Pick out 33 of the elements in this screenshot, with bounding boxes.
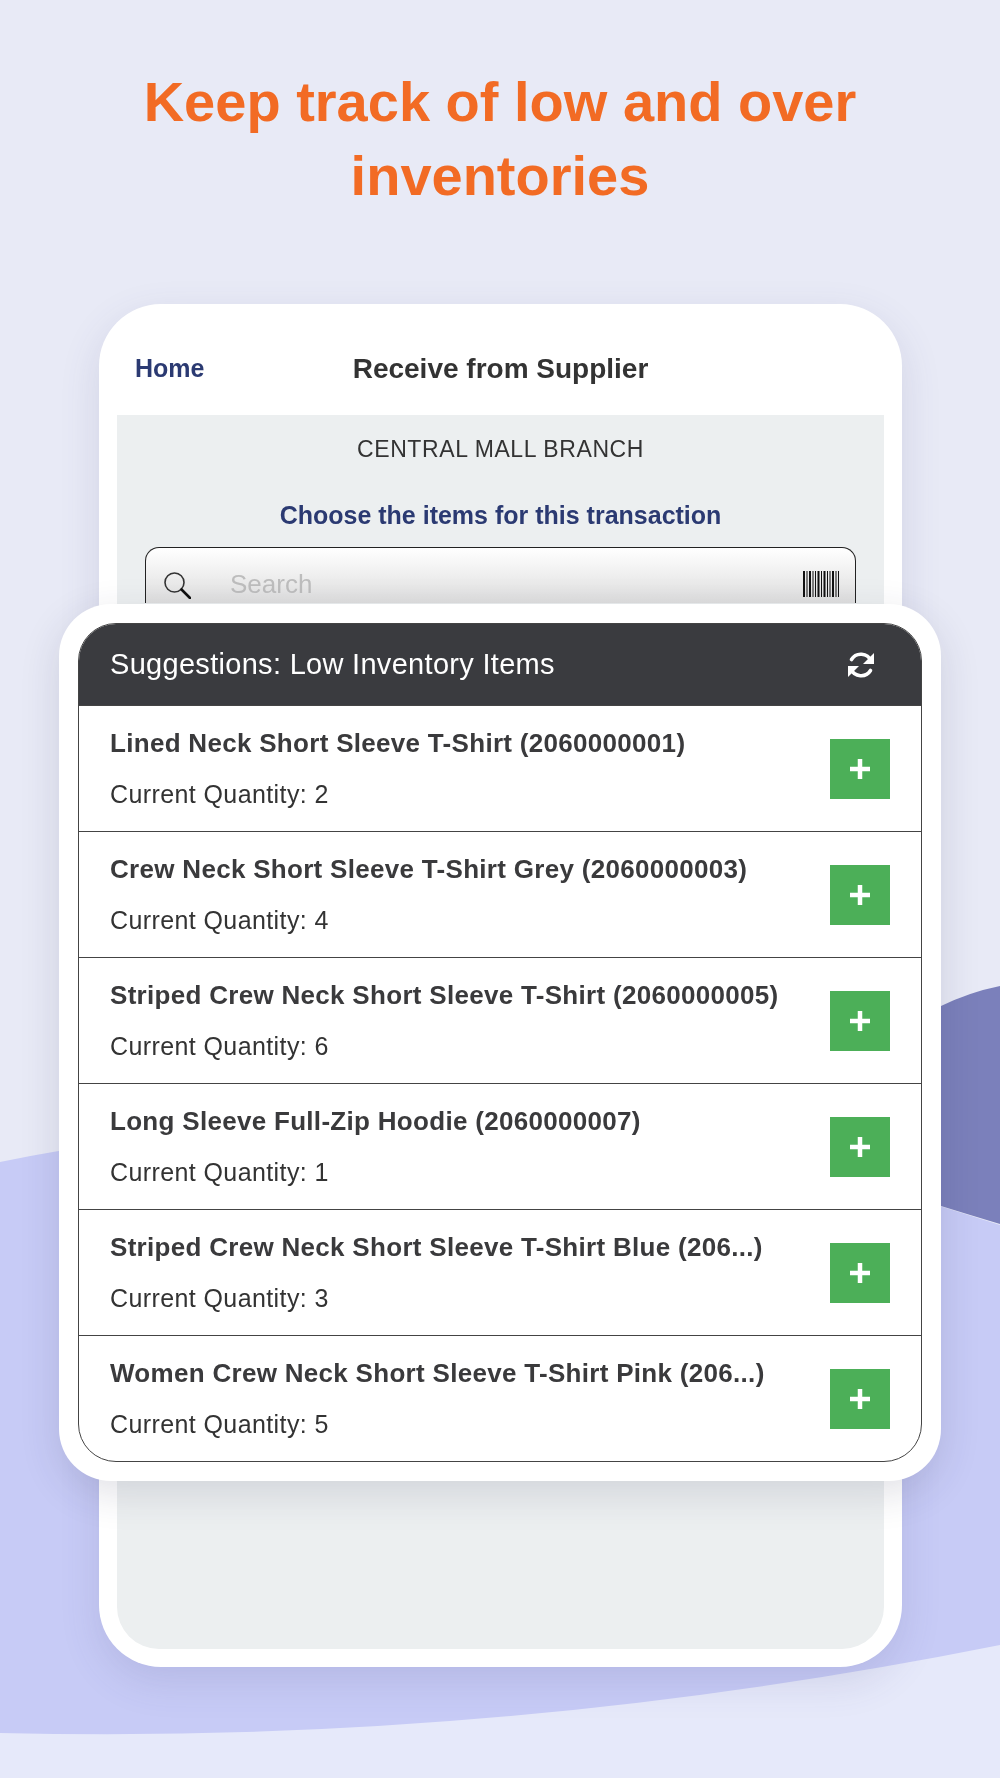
item-name: Lined Neck Short Sleeve T-Shirt (2060000001) — [110, 728, 687, 758]
add-button[interactable] — [830, 1368, 890, 1429]
plus-icon — [850, 884, 870, 905]
instruction-text: Choose the items for this transaction — [279, 501, 722, 529]
item-name: Long Sleeve Full-Zip Hoodie (2060000007) — [110, 1106, 642, 1136]
barcode-icon[interactable] — [803, 571, 839, 597]
item-name: Striped Crew Neck Short Sleeve T-Shirt Blue (206...) — [110, 1232, 764, 1262]
add-button[interactable] — [830, 864, 890, 925]
screen-title: Receive from Supplier — [352, 352, 649, 385]
refresh-icon[interactable] — [846, 649, 876, 680]
plus-icon — [850, 1010, 870, 1031]
item-quantity: Current Quantity: 1 — [110, 1158, 330, 1186]
suggestions-title: Suggestions: Low Inventory Items — [110, 648, 555, 681]
add-button[interactable] — [830, 990, 890, 1051]
home-link[interactable]: Home — [135, 354, 205, 383]
plus-icon — [850, 758, 870, 779]
item-quantity: Current Quantity: 4 — [110, 906, 330, 934]
add-button[interactable] — [830, 1116, 890, 1177]
plus-icon — [850, 1388, 870, 1409]
item-name: Crew Neck Short Sleeve T-Shirt Grey (2060000003) — [110, 854, 749, 884]
plus-icon — [850, 1262, 870, 1283]
search-icon — [163, 571, 191, 599]
headline: Keep track of low and over inventories — [142, 69, 858, 209]
branch-name: CENTRAL MALL BRANCH — [357, 435, 644, 463]
add-button[interactable] — [830, 1242, 890, 1303]
item-quantity: Current Quantity: 5 — [110, 1410, 330, 1438]
item-quantity: Current Quantity: 6 — [110, 1032, 330, 1060]
item-name: Women Crew Neck Short Sleeve T-Shirt Pink (206...) — [110, 1358, 766, 1388]
plus-icon — [850, 1136, 870, 1157]
item-quantity: Current Quantity: 2 — [110, 780, 330, 808]
item-name: Striped Crew Neck Short Sleeve T-Shirt (2060000005) — [110, 980, 780, 1010]
add-button[interactable] — [830, 738, 890, 799]
item-quantity: Current Quantity: 3 — [110, 1284, 330, 1312]
